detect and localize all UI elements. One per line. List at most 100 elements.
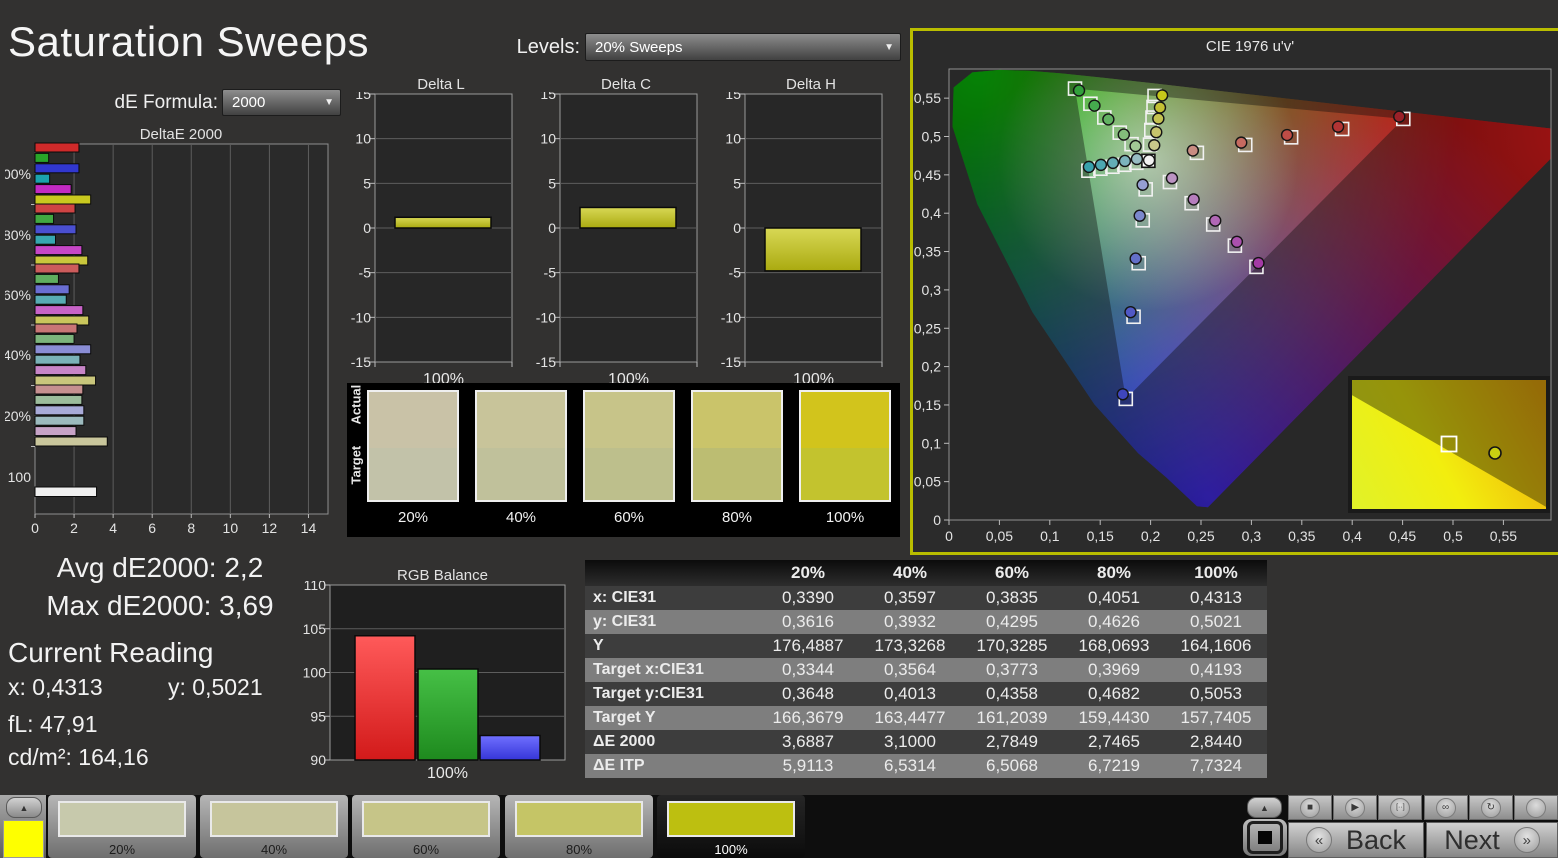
cie-measured-circle [1393,110,1406,123]
rgb-bar-blue [479,734,541,761]
svg-text:0: 0 [733,220,741,236]
current-y-value: y: 0,5021 [168,674,263,700]
deltae-bar-blue [34,405,85,416]
stop-button[interactable]: ■ [1288,795,1332,820]
levels-label: Levels: [516,36,580,58]
svg-text:0,05: 0,05 [986,528,1013,544]
table-cell: 0,4626 [1088,612,1140,631]
cie-measured-circle [1133,209,1146,222]
expand-up-button-right[interactable]: ▲ [1247,797,1282,818]
svg-text:0: 0 [363,220,371,236]
sweep-level-button-60%[interactable]: 60% [352,795,500,858]
svg-text:-5: -5 [544,265,557,281]
back-chevrons-icon: « [1305,827,1332,853]
levels-value: 20% Sweeps [595,38,683,56]
delta-bar [394,216,492,229]
svg-text:0: 0 [31,520,39,536]
stop-square-icon [1258,831,1272,844]
cie-measured-circle [1209,214,1222,227]
svg-text:0,4: 0,4 [922,205,942,221]
compare-swatch-80% [691,390,783,502]
deltae-bar-red [34,323,78,334]
delta-c-chart-title: Delta C [600,76,652,93]
svg-text:-15: -15 [351,354,371,370]
svg-text:6: 6 [148,520,156,536]
sweep-color-swatch [362,801,490,837]
table-cell: 0,4295 [986,612,1038,631]
compare-swatch-60% [583,390,675,502]
svg-text:5: 5 [548,175,556,191]
cie-measured-circle [1150,126,1163,139]
svg-text:0,15: 0,15 [914,397,941,413]
play-button[interactable]: ▶ [1333,795,1378,820]
sweep-level-label: 80% [565,842,593,857]
compare-swatch-label: 60% [613,509,645,526]
levels-dropdown[interactable]: 20% Sweeps ▼ [585,33,901,61]
table-cell: 173,3268 [874,636,946,655]
table-cell: 0,5021 [1190,612,1242,631]
deltae-bar-blue [34,344,92,355]
table-cell: 164,1606 [1180,636,1252,655]
next-button-label: Next [1444,824,1500,855]
table-cell: 0,3932 [884,612,936,631]
table-row-label: ΔE ITP [593,757,645,774]
svg-text:-5: -5 [359,265,372,281]
pattern-window-button[interactable]: [··] [1378,795,1423,820]
table-cell: 0,4051 [1088,588,1140,607]
deltae-bar-blue [34,284,70,295]
deltae-group-label: 40% [5,347,31,363]
table-column-header: 20% [790,563,826,582]
table-cell: 0,4682 [1088,684,1140,703]
actual-color [693,392,781,449]
current-x-value: x: 0,4313 [8,674,103,700]
deltae-bar-cyan [34,173,51,184]
deltae-bar-white [34,486,98,497]
cie-inset-magnifier [1350,378,1548,511]
next-button[interactable]: Next » [1426,822,1558,858]
refresh-button[interactable]: ↻ [1468,795,1513,820]
bottom-toolbar: ▲ 20% 40% 60% 80% 100% ▲ ■ ▶ [··] ∞ ↻ « Back Nex… [0,795,1558,858]
table-cell: 163,4477 [874,708,946,727]
table-row: y: CIE31 0,3616 0,3932 0,4295 0,4626 0,5021 [585,610,1267,634]
svg-text:0,5: 0,5 [1443,528,1463,544]
table-cell: 166,3679 [772,708,844,727]
selected-color-swatch[interactable] [3,820,44,858]
table-column-header: 80% [1096,563,1132,582]
expand-up-button[interactable]: ▲ [6,797,42,818]
delta-l-chart: 15 10 5 0 -5 -10 -15 100% [348,86,534,393]
delta-bar [579,206,677,229]
loop-icon: ∞ [1435,797,1456,818]
svg-text:0,05: 0,05 [914,474,941,490]
sweep-level-label: 20% [108,842,136,857]
cie-measured-circle [1148,139,1161,152]
deltae-bar-magenta [34,426,77,437]
sweep-level-button-40%[interactable]: 40% [200,795,348,858]
blank-button[interactable] [1514,795,1558,820]
rgb-balance-chart: 90 95 100 105 110 100% [300,577,585,786]
deltae-bar-blue [34,224,77,235]
de-formula-value: 2000 [232,94,266,111]
sweep-level-button-20%[interactable]: 20% [48,795,196,858]
sweep-level-label: 40% [260,842,288,857]
deltae-bar-yellow [34,436,108,447]
deltae-bar-cyan [34,234,57,245]
cie-measured-circle [1187,193,1200,206]
deltae2000-chart: 100% 80% 60% 40% 20% 100 0 2 4 6 8 10 12 14 [0,141,340,548]
svg-text:14: 14 [301,520,317,536]
deltae-bar-red [34,263,80,274]
de-formula-label: dE Formula: [114,92,218,113]
svg-text:8: 8 [187,520,195,536]
sweep-level-button-100%[interactable]: 100% [657,795,805,858]
pattern-stop-button[interactable] [1243,819,1287,856]
compare-swatch-label: 20% [397,509,429,526]
deltae-group-label: 80% [5,227,31,243]
loop-button[interactable]: ∞ [1423,795,1468,820]
target-color [693,448,781,500]
table-cell: 161,2039 [976,708,1048,727]
sweep-level-button-80%[interactable]: 80% [505,795,653,858]
cie-measured-circle [1094,158,1108,172]
back-button[interactable]: « Back [1288,822,1424,858]
table-row: Target Y 166,3679 163,4477 161,2039 159,4430… [585,706,1267,730]
de-formula-dropdown[interactable]: 2000 ▼ [222,89,341,116]
cie-measured-circle [1106,156,1120,170]
